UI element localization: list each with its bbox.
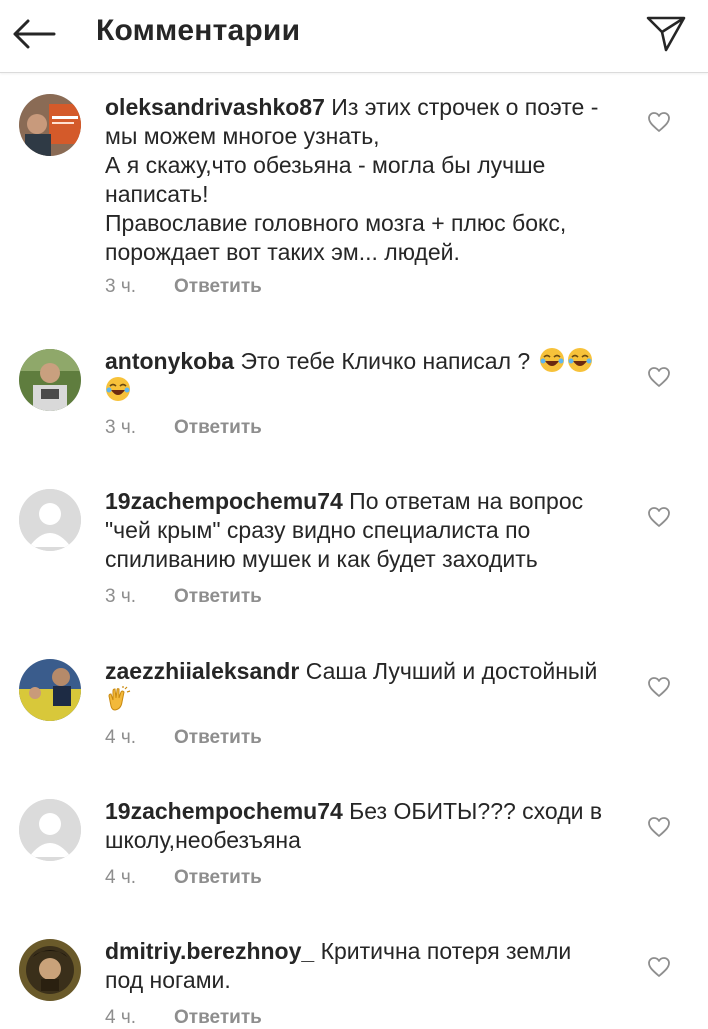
avatar-image <box>19 659 81 721</box>
comment-line: школу,необезъяна <box>105 827 301 853</box>
face-with-tears-of-joy-icon <box>106 377 130 401</box>
default-avatar-icon <box>19 799 81 861</box>
like-button[interactable] <box>644 672 674 702</box>
avatar[interactable] <box>19 799 81 861</box>
comment-username[interactable]: dmitriy.berezhnoy_ <box>105 938 314 964</box>
comment-line: По ответам на вопрос <box>349 488 584 514</box>
avatar[interactable] <box>19 349 81 411</box>
back-button[interactable] <box>10 12 58 56</box>
comment-time: 3 ч. <box>105 586 137 607</box>
paper-plane-icon <box>646 16 686 52</box>
avatar[interactable] <box>19 659 81 721</box>
comment-meta: 4 ч. Ответить <box>105 727 262 749</box>
heart-outline-icon <box>648 507 670 527</box>
share-button[interactable] <box>642 10 690 58</box>
reply-button[interactable]: Ответить <box>174 1007 262 1029</box>
comment-text: oleksandrivashko87 Из этих строчек о поэ… <box>105 93 625 267</box>
comment-text: 19zachempochemu74 По ответам на вопрос "… <box>105 487 625 574</box>
comment-line: порождает вот таких эм... людей. <box>105 239 460 265</box>
page-title: Комментарии <box>96 14 301 47</box>
reply-button[interactable]: Ответить <box>174 727 262 749</box>
face-with-tears-of-joy-icon <box>539 348 564 372</box>
comment-line: Критична потеря земли <box>320 938 572 964</box>
comment-time: 4 ч. <box>105 1007 137 1028</box>
comment-line: Без ОБИТЫ??? сходи в <box>349 798 603 824</box>
comment-line: Это тебе Кличко написал ? <box>240 348 531 374</box>
comment-line: под ногами. <box>105 967 231 993</box>
comment-time: 3 ч. <box>105 417 137 438</box>
reply-button[interactable]: Ответить <box>174 276 262 298</box>
avatar-image <box>19 94 81 156</box>
heart-outline-icon <box>648 677 670 697</box>
clapping-hands-icon <box>108 686 131 711</box>
heart-outline-icon <box>648 367 670 387</box>
comment-username[interactable]: oleksandrivashko87 <box>105 94 325 120</box>
like-button[interactable] <box>644 107 674 137</box>
comment-line: написать! <box>105 181 209 207</box>
comment-line: спиливанию мушек и как будет заходить <box>105 546 538 572</box>
comment-text: antonykoba Это тебе Кличко написал ? <box>105 347 625 405</box>
comment-meta: 3 ч. Ответить <box>105 276 262 298</box>
comment-line: мы можем многое узнать, <box>105 123 380 149</box>
comment-text: zaezzhiialeksandr Саша Лучший и достойны… <box>105 657 625 715</box>
default-avatar-icon <box>19 489 81 551</box>
comment-line: А я скажу,что обезьяна - могла бы лучше <box>105 152 546 178</box>
comment-meta: 3 ч. Ответить <box>105 417 262 439</box>
top-bar: Комментарии <box>0 0 708 73</box>
comment-time: 4 ч. <box>105 867 137 888</box>
comment-line: Саша Лучший и достойный <box>305 658 598 684</box>
avatar-image <box>19 349 81 411</box>
comment-username[interactable]: 19zachempochemu74 <box>105 488 343 514</box>
comment-meta: 4 ч. Ответить <box>105 867 262 889</box>
avatar[interactable] <box>19 939 81 1001</box>
like-button[interactable] <box>644 362 674 392</box>
heart-outline-icon <box>648 112 670 132</box>
comment-line: "чей крым" сразу видно специалиста по <box>105 517 531 543</box>
like-button[interactable] <box>644 952 674 982</box>
avatar[interactable] <box>19 489 81 551</box>
reply-button[interactable]: Ответить <box>174 867 262 889</box>
face-with-tears-of-joy-icon <box>567 348 592 372</box>
comment-time: 3 ч. <box>105 276 137 297</box>
comment-meta: 4 ч. Ответить <box>105 1007 262 1029</box>
like-button[interactable] <box>644 812 674 842</box>
comment-text: dmitriy.berezhnoy_ Критична потеря земли… <box>105 937 625 995</box>
comment-line: Православие головного мозга + плюс бокс, <box>105 210 567 236</box>
reply-button[interactable]: Ответить <box>174 417 262 439</box>
avatar[interactable] <box>19 94 81 156</box>
reply-button[interactable]: Ответить <box>174 586 262 608</box>
comment-meta: 3 ч. Ответить <box>105 586 262 608</box>
avatar-image <box>19 939 81 1001</box>
comment-username[interactable]: 19zachempochemu74 <box>105 798 343 824</box>
heart-outline-icon <box>648 957 670 977</box>
comment-username[interactable]: zaezzhiialeksandr <box>105 658 299 684</box>
comment-username[interactable]: antonykoba <box>105 348 234 374</box>
arrow-left-icon <box>13 19 56 49</box>
like-button[interactable] <box>644 502 674 532</box>
comment-line: Из этих строчек о поэте - <box>331 94 599 120</box>
comment-time: 4 ч. <box>105 727 137 748</box>
heart-outline-icon <box>648 817 670 837</box>
comment-text: 19zachempochemu74 Без ОБИТЫ??? сходи в ш… <box>105 797 625 855</box>
